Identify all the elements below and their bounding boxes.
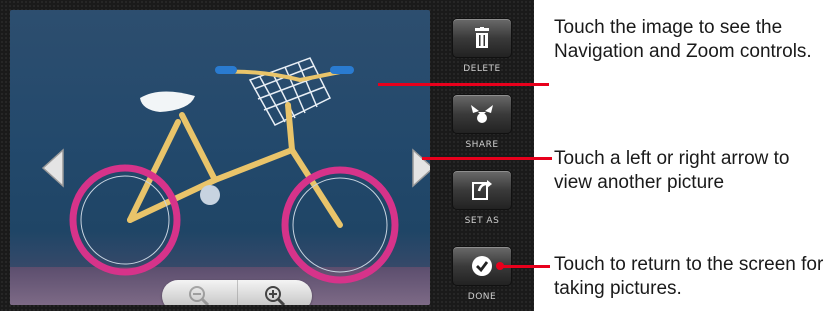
set-as-button[interactable]: SET AS <box>448 170 516 238</box>
zoom-in-button[interactable] <box>238 280 313 305</box>
share-label: SHARE <box>465 140 499 150</box>
callout-line-done <box>500 265 550 268</box>
phone-screen: DELETE SHARE SET AS DONE <box>0 0 534 311</box>
next-picture-button[interactable] <box>408 148 430 188</box>
zoom-controls <box>162 280 312 305</box>
callout-text-image: Touch the image to see the Navigation an… <box>554 17 812 62</box>
done-label: DONE <box>467 292 497 302</box>
chevron-left-icon <box>41 148 64 188</box>
callout-text-done: Touch to return to the screen for taking… <box>554 254 824 299</box>
set-as-icon <box>472 180 492 200</box>
chevron-right-icon <box>412 148 430 188</box>
share-button[interactable]: SHARE <box>448 94 516 162</box>
delete-label: DELETE <box>463 64 501 74</box>
set-as-label: SET AS <box>464 216 500 226</box>
zoom-in-icon <box>264 286 285 305</box>
previous-picture-button[interactable] <box>38 148 68 188</box>
set-as-button-face[interactable] <box>452 170 512 210</box>
delete-button-face[interactable] <box>452 18 512 58</box>
delete-button[interactable]: DELETE <box>448 18 516 86</box>
share-button-face[interactable] <box>452 94 512 134</box>
checkmark-icon <box>472 256 492 276</box>
callout-line-arrows <box>422 157 552 160</box>
share-icon <box>471 105 493 123</box>
zoom-out-button[interactable] <box>162 280 238 305</box>
callout-text-arrows: Touch a left or right arrow to view anot… <box>554 148 790 193</box>
bicycle-image <box>69 57 399 284</box>
trash-icon <box>475 27 489 48</box>
callout-line-image <box>378 83 549 86</box>
photo-preview[interactable] <box>10 10 430 305</box>
zoom-out-icon <box>189 286 210 305</box>
done-button[interactable]: DONE <box>448 246 516 314</box>
